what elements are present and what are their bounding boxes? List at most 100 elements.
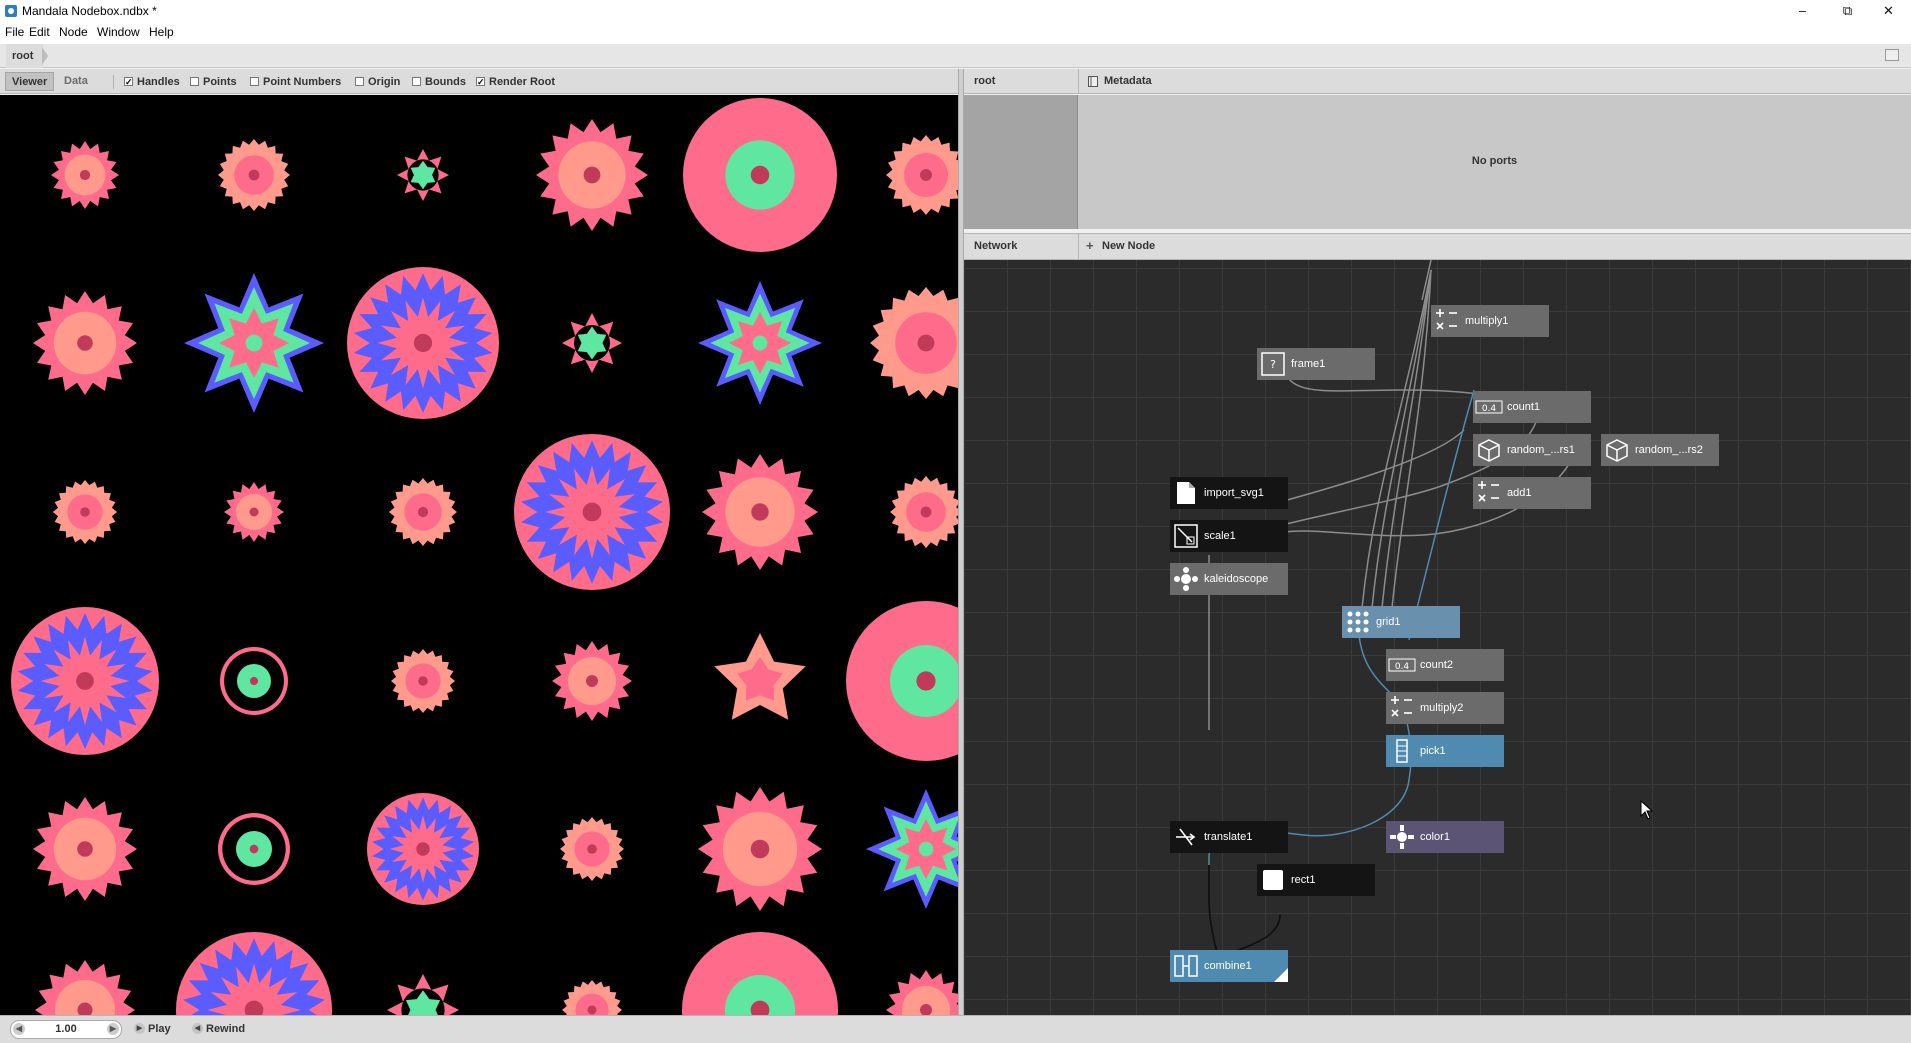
- frame-number-field[interactable]: ◀ 1.00 ▶: [10, 1020, 122, 1039]
- mandala-shape: [587, 1005, 597, 1015]
- node-grid1[interactable]: grid1: [1342, 606, 1460, 638]
- node-frame1[interactable]: ? frame1: [1257, 348, 1375, 380]
- ports-area: No ports: [964, 95, 1911, 229]
- checkbox-icon: [190, 77, 199, 86]
- no-ports-text: No ports: [1471, 155, 1518, 167]
- network-canvas[interactable]: multiply1 ? frame1 0.4 count1 random_...…: [964, 260, 1911, 1015]
- restore-button[interactable]: ⧉: [1825, 0, 1870, 22]
- menu-help[interactable]: Help: [149, 25, 174, 39]
- node-translate1[interactable]: translate1: [1170, 821, 1288, 853]
- node-label: random_...rs2: [1635, 444, 1703, 456]
- mandala-shape: [77, 335, 93, 351]
- node-rect1[interactable]: rect1: [1257, 864, 1375, 896]
- color-icon: [1390, 825, 1414, 849]
- checkbox-checked-icon: ✓: [124, 77, 133, 87]
- count-icon: 0.4: [1388, 658, 1416, 672]
- node-label: count2: [1420, 659, 1454, 671]
- mandala-shape: [416, 842, 430, 856]
- node-random2[interactable]: random_...rs2: [1601, 434, 1719, 466]
- network-title: Network: [974, 240, 1018, 252]
- node-label: combine1: [1204, 960, 1252, 972]
- mandala-shape: [249, 507, 259, 517]
- mandala-shape: [76, 672, 94, 690]
- handles-label: Handles: [137, 76, 180, 88]
- frame-decrement-icon[interactable]: ◀: [13, 1023, 25, 1035]
- mandala-shape: [750, 839, 770, 859]
- mandala-shape: [418, 676, 428, 686]
- viewer-canvas[interactable]: [0, 95, 958, 1015]
- metadata-button[interactable]: Metadata: [1104, 69, 1152, 94]
- cube-icon: [1478, 439, 1500, 462]
- bounds-checkbox[interactable]: Bounds: [412, 75, 466, 89]
- header-divider: [1078, 234, 1079, 259]
- mandala-shape: [751, 503, 769, 521]
- node-pick1[interactable]: pick1: [1386, 735, 1504, 767]
- close-button[interactable]: ✕: [1866, 0, 1911, 22]
- menu-file[interactable]: File: [5, 25, 24, 39]
- count-icon: 0.4: [1475, 400, 1503, 414]
- frame-increment-icon[interactable]: ▶: [107, 1023, 119, 1035]
- mandala-shape: [750, 165, 770, 185]
- metadata-icon[interactable]: [1088, 76, 1098, 87]
- node-add1[interactable]: add1: [1473, 477, 1591, 509]
- mandala-shape: [80, 507, 90, 517]
- tab-data[interactable]: Data: [58, 72, 94, 91]
- node-count1[interactable]: 0.4 count1: [1473, 391, 1591, 423]
- play-button[interactable]: ▶ Play: [134, 1022, 171, 1036]
- checkbox-icon: [355, 77, 364, 86]
- maximize-pane-icon[interactable]: [1885, 49, 1899, 61]
- mandala-shape: [586, 675, 598, 687]
- points-checkbox[interactable]: Points: [190, 75, 237, 89]
- ports-label-column: [964, 95, 1078, 229]
- mouse-cursor-icon: [1640, 800, 1654, 820]
- menu-node[interactable]: Node: [59, 25, 88, 39]
- render-root-checkbox[interactable]: ✓ Render Root: [476, 75, 555, 89]
- node-label: color1: [1420, 831, 1450, 843]
- minimize-button[interactable]: –: [1780, 0, 1825, 22]
- checkbox-checked-icon: ✓: [476, 77, 485, 87]
- mandala-shape: [583, 166, 601, 184]
- origin-checkbox[interactable]: Origin: [355, 75, 400, 89]
- node-label: grid1: [1376, 616, 1401, 628]
- node-label: random_...rs1: [1507, 444, 1575, 456]
- plus-icon[interactable]: +: [1086, 238, 1094, 253]
- checkbox-icon: [412, 77, 421, 86]
- breadcrumb-root[interactable]: root: [6, 44, 44, 68]
- node-combine1[interactable]: combine1: [1170, 950, 1288, 982]
- mandala-shape: [582, 502, 602, 522]
- mandala-shape: [79, 169, 91, 181]
- window-title: Mandala Nodebox.ndbx *: [22, 4, 157, 18]
- mandala-shape: [916, 671, 936, 691]
- node-multiply1[interactable]: multiply1: [1431, 305, 1549, 337]
- node-multiply2[interactable]: multiply2: [1386, 692, 1504, 724]
- handles-checkbox[interactable]: ✓ Handles: [124, 75, 180, 89]
- rewind-icon: ◀: [192, 1023, 203, 1034]
- mandala-shape: [587, 844, 597, 854]
- port-node-label: root: [974, 75, 996, 87]
- document-icon: [1177, 482, 1195, 504]
- menu-window[interactable]: Window: [97, 25, 140, 39]
- node-random1[interactable]: random_...rs1: [1473, 434, 1591, 466]
- node-count2[interactable]: 0.4 count2: [1386, 649, 1504, 681]
- mandala-shape: [917, 334, 935, 352]
- rewind-button[interactable]: ◀ Rewind: [192, 1022, 245, 1036]
- math-icon: [1436, 309, 1457, 330]
- render-root-label: Render Root: [489, 76, 555, 88]
- new-node-button[interactable]: New Node: [1102, 234, 1155, 259]
- node-kaleidoscope[interactable]: kaleidoscope: [1170, 563, 1288, 595]
- checkbox-icon: [250, 77, 259, 86]
- node-import-svg1[interactable]: import_svg1: [1170, 477, 1288, 509]
- node-scale1[interactable]: scale1: [1170, 520, 1288, 552]
- node-label: import_svg1: [1204, 487, 1264, 499]
- tab-viewer[interactable]: Viewer: [5, 72, 55, 91]
- mandala-shape: [245, 334, 263, 352]
- point-numbers-checkbox[interactable]: Point Numbers: [250, 75, 341, 89]
- play-label: Play: [148, 1023, 171, 1035]
- node-label: count1: [1507, 401, 1541, 413]
- menu-edit[interactable]: Edit: [29, 25, 50, 39]
- mandala-shape: [249, 676, 259, 686]
- header-divider: [1078, 69, 1079, 94]
- points-label: Points: [203, 76, 237, 88]
- node-color1[interactable]: color1: [1386, 821, 1504, 853]
- math-icon: [1391, 696, 1412, 717]
